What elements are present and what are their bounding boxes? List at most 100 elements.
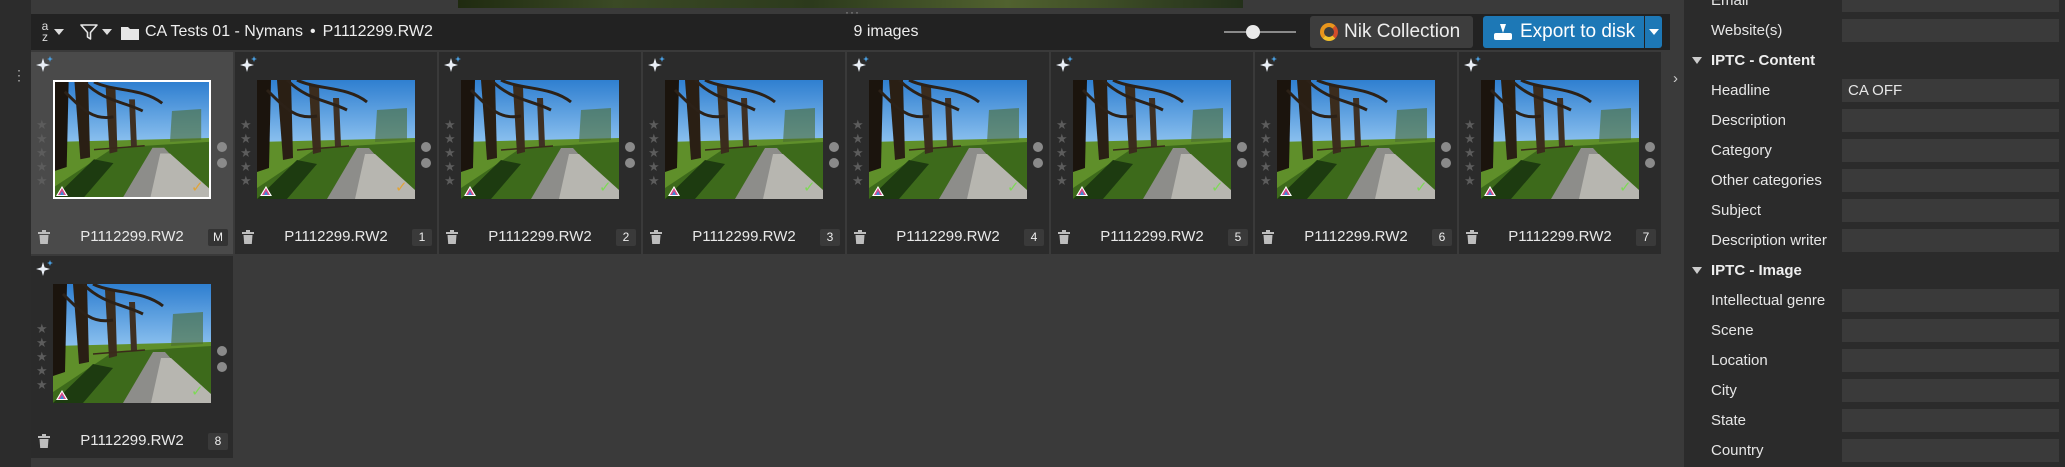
star-rating[interactable]: ★ ★ ★ ★ ★	[36, 118, 48, 188]
star-rating[interactable]: ★ ★ ★ ★ ★	[36, 322, 48, 392]
auto-correct-sparkle-icon[interactable]	[36, 56, 54, 74]
auto-correct-sparkle-icon[interactable]	[852, 56, 870, 74]
thumbnail-card[interactable]: ★ ★ ★ ★ ★ ✓ P1112299.RW2 M	[31, 52, 233, 254]
filter-icon	[80, 24, 98, 40]
processed-check-icon: ✓	[1619, 179, 1632, 196]
auto-correct-sparkle-icon[interactable]	[1056, 56, 1074, 74]
trash-icon[interactable]	[242, 230, 254, 244]
export-to-disk-button[interactable]: Export to disk	[1483, 16, 1644, 48]
thumbnail-card[interactable]: ★ ★ ★ ★ ★ ✓ P1112299.RW2 6	[1255, 52, 1457, 254]
thumbnail-card[interactable]: ★ ★ ★ ★ ★ ✓ P1112299.RW2 8	[31, 256, 233, 458]
star-rating[interactable]: ★ ★ ★ ★ ★	[240, 118, 252, 188]
color-label-dots[interactable]	[1441, 142, 1451, 174]
virtual-copy-badge: 1	[412, 229, 432, 246]
processed-check-icon: ✓	[803, 179, 816, 196]
sort-az-icon: az	[41, 19, 49, 44]
virtual-copy-badge: 3	[820, 229, 840, 246]
star-rating[interactable]: ★ ★ ★ ★ ★	[648, 118, 660, 188]
metadata-label: Subject	[1711, 202, 1762, 219]
sort-button[interactable]: az	[40, 14, 72, 50]
auto-correct-sparkle-icon[interactable]	[1464, 56, 1482, 74]
color-label-dots[interactable]	[1645, 142, 1655, 174]
metadata-row: Description	[1684, 106, 2065, 136]
processed-check-icon: ✓	[191, 383, 204, 400]
trash-icon[interactable]	[854, 230, 866, 244]
metadata-field[interactable]	[1842, 139, 2059, 162]
color-label-dots[interactable]	[1033, 142, 1043, 174]
breadcrumb-folder[interactable]: CA Tests 01 - Nymans	[145, 23, 303, 40]
breadcrumb[interactable]: CA Tests 01 - Nymans • P1112299.RW2	[145, 14, 433, 50]
thumbnail-card[interactable]: ★ ★ ★ ★ ★ ✓ P1112299.RW2 4	[847, 52, 1049, 254]
metadata-field[interactable]	[1842, 169, 2059, 192]
metadata-label: Location	[1711, 352, 1768, 369]
color-label-dots[interactable]	[1237, 142, 1247, 174]
thumbnail-size-slider[interactable]	[1224, 24, 1296, 40]
star-rating[interactable]: ★ ★ ★ ★ ★	[1056, 118, 1068, 188]
filter-button[interactable]	[80, 14, 114, 50]
trash-icon[interactable]	[1262, 230, 1274, 244]
drag-handle-icon[interactable]: ⋮	[12, 68, 26, 82]
thumbnail-image[interactable]	[1277, 80, 1435, 199]
metadata-label: Description	[1711, 112, 1787, 129]
metadata-field[interactable]	[1842, 379, 2059, 402]
metadata-field[interactable]: CA OFF	[1842, 79, 2059, 102]
metadata-field[interactable]	[1842, 229, 2059, 252]
metadata-section-header[interactable]: IPTC - Image	[1684, 256, 2065, 286]
auto-correct-sparkle-icon[interactable]	[240, 56, 258, 74]
metadata-field[interactable]	[1842, 109, 2059, 132]
trash-icon[interactable]	[38, 230, 50, 244]
thumbnail-image[interactable]	[257, 80, 415, 199]
color-label-dots[interactable]	[421, 142, 431, 174]
thumbnail-image[interactable]	[53, 80, 211, 199]
metadata-field[interactable]	[1842, 349, 2059, 372]
thumbnail-image[interactable]	[665, 80, 823, 199]
star-rating[interactable]: ★ ★ ★ ★ ★	[444, 118, 456, 188]
color-label-dots[interactable]	[217, 142, 227, 174]
thumbnail-card[interactable]: ★ ★ ★ ★ ★ ✓ P1112299.RW2 7	[1459, 52, 1661, 254]
virtual-copy-badge: M	[208, 229, 228, 246]
auto-correct-sparkle-icon[interactable]	[36, 260, 54, 278]
export-options-dropdown[interactable]	[1645, 16, 1662, 48]
auto-correct-sparkle-icon[interactable]	[648, 56, 666, 74]
auto-correct-sparkle-icon[interactable]	[1260, 56, 1278, 74]
color-label-dots[interactable]	[625, 142, 635, 174]
thumbnail-image[interactable]	[461, 80, 619, 199]
metadata-field[interactable]	[1842, 319, 2059, 342]
metadata-row: Scene	[1684, 316, 2065, 346]
trash-icon[interactable]	[1058, 230, 1070, 244]
thumbnail-image[interactable]	[1073, 80, 1231, 199]
thumbnail-card[interactable]: ★ ★ ★ ★ ★ ✓ P1112299.RW2 5	[1051, 52, 1253, 254]
slider-thumb[interactable]	[1246, 25, 1260, 39]
color-profile-icon	[1075, 184, 1089, 196]
metadata-field[interactable]	[1842, 0, 2059, 12]
thumbnail-image[interactable]	[1481, 80, 1639, 199]
metadata-field[interactable]	[1842, 439, 2059, 462]
star-rating[interactable]: ★ ★ ★ ★ ★	[1464, 118, 1476, 188]
trash-icon[interactable]	[650, 230, 662, 244]
thumbnail-image[interactable]	[869, 80, 1027, 199]
color-label-dots[interactable]	[829, 142, 839, 174]
color-label-dots[interactable]	[217, 346, 227, 378]
auto-correct-sparkle-icon[interactable]	[444, 56, 462, 74]
trash-icon[interactable]	[446, 230, 458, 244]
star-rating[interactable]: ★ ★ ★ ★ ★	[1260, 118, 1272, 188]
metadata-field[interactable]	[1842, 289, 2059, 312]
trash-icon[interactable]	[1466, 230, 1478, 244]
metadata-field[interactable]	[1842, 409, 2059, 432]
trash-icon[interactable]	[38, 434, 50, 448]
export-disk-icon	[1494, 24, 1512, 40]
metadata-row: Website(s)	[1684, 16, 2065, 46]
nik-collection-button[interactable]: Nik Collection	[1310, 16, 1473, 48]
chevron-right-icon[interactable]: ›	[1673, 70, 1678, 87]
metadata-field[interactable]	[1842, 19, 2059, 42]
thumbnail-card[interactable]: ★ ★ ★ ★ ★ ✓ P1112299.RW2 1	[235, 52, 437, 254]
color-profile-icon	[463, 184, 477, 196]
thumbnail-image[interactable]	[53, 284, 211, 403]
section-title: IPTC - Content	[1711, 52, 1816, 69]
metadata-field[interactable]	[1842, 199, 2059, 222]
metadata-row: Email	[1684, 0, 2065, 16]
metadata-section-header[interactable]: IPTC - Content	[1684, 46, 2065, 76]
star-rating[interactable]: ★ ★ ★ ★ ★	[852, 118, 864, 188]
thumbnail-card[interactable]: ★ ★ ★ ★ ★ ✓ P1112299.RW2 3	[643, 52, 845, 254]
thumbnail-card[interactable]: ★ ★ ★ ★ ★ ✓ P1112299.RW2 2	[439, 52, 641, 254]
